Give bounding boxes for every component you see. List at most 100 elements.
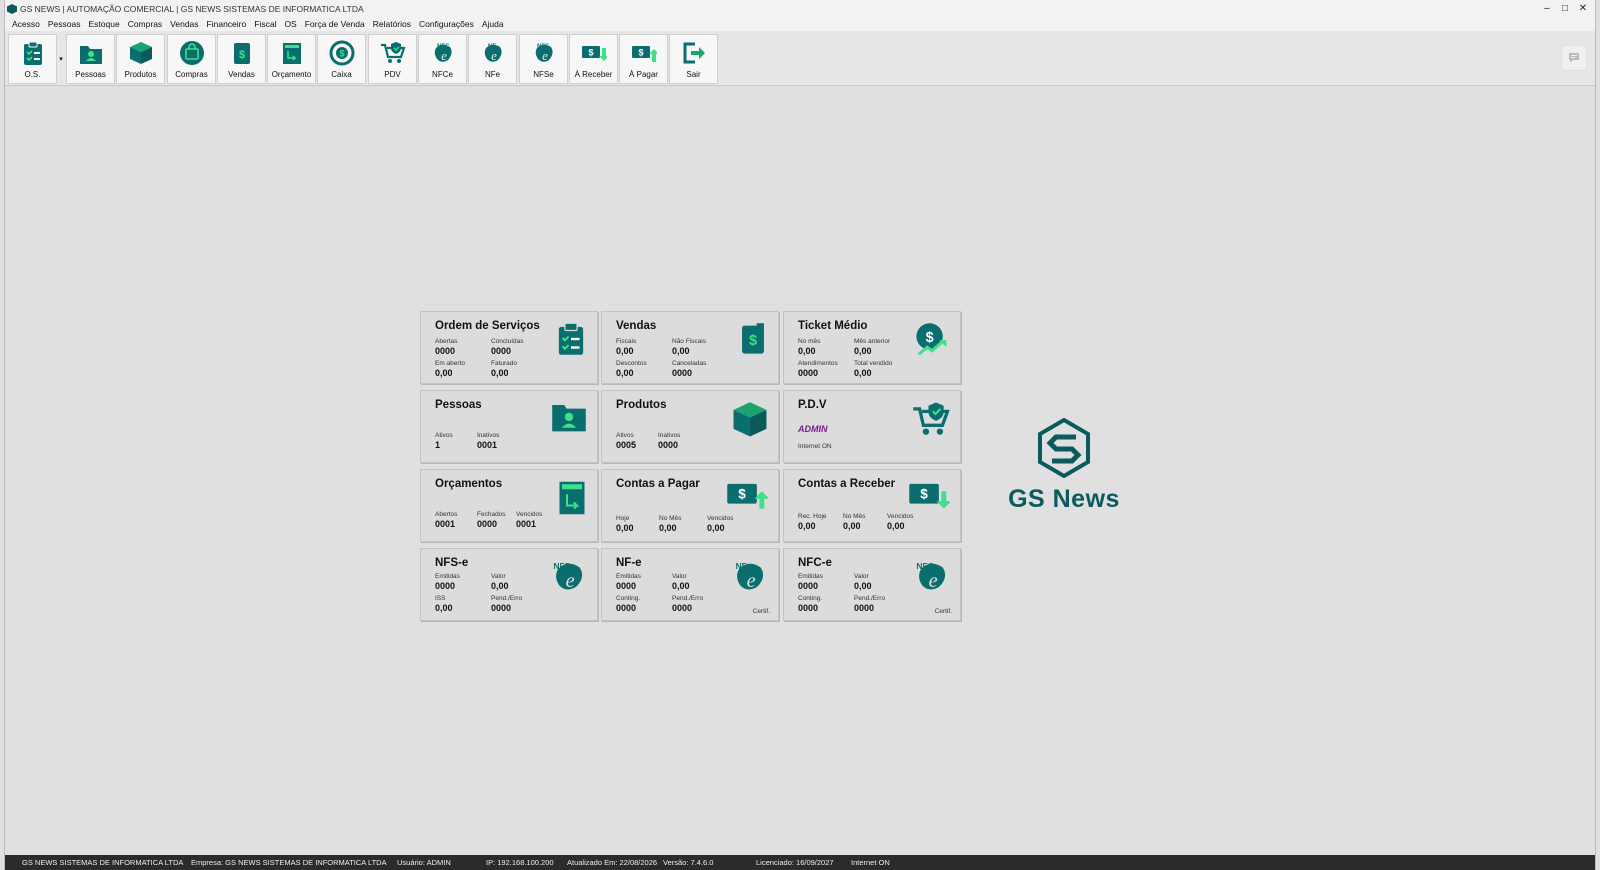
toolbar-pessoas-label: Pessoas — [75, 70, 106, 79]
menu-vendas[interactable]: Vendas — [166, 19, 202, 29]
toolbar-pdv-button[interactable]: PDV — [368, 34, 417, 84]
svg-text:$: $ — [926, 330, 934, 346]
toolbar-nfse-label: NFSe — [533, 70, 554, 79]
maximize-button[interactable]: □ — [1559, 3, 1571, 14]
menu-os[interactable]: OS — [280, 19, 300, 29]
card-nfe[interactable]: NF-e e NF Emitidas 0000 Valor 0,00 Conting.… — [601, 548, 779, 621]
certificate-status: Certif. — [752, 608, 770, 615]
svg-text:NFS: NFS — [553, 561, 570, 571]
metric-label: Total vendido — [854, 360, 893, 367]
toolbar-pagar-button[interactable]: $ À Pagar — [619, 34, 668, 84]
metric-label: Rec. Hoje — [798, 513, 827, 520]
pdv-user: ADMIN — [798, 424, 828, 434]
metric-value: 0000 — [477, 519, 498, 529]
toolbar-nfse-button[interactable]: e NFS NFSe — [519, 34, 568, 84]
toolbar-pessoas-button[interactable]: Pessoas — [66, 34, 115, 84]
metric-label: Ativos — [435, 432, 453, 439]
metric-label: Fechados — [477, 511, 506, 518]
metric-value: 0000 — [672, 603, 693, 613]
card-contas-receber[interactable]: Contas a Receber $ Rec. Hoje 0,00 No Mês 0… — [783, 469, 961, 542]
toolbar-os-button[interactable]: O.S. — [8, 34, 57, 84]
menu-estoque[interactable]: Estoque — [84, 19, 123, 29]
metric-value: 0,00 — [672, 346, 690, 356]
menu-forca-de-venda[interactable]: Força de Venda — [301, 19, 369, 29]
close-button[interactable]: ✕ — [1577, 3, 1589, 14]
person-folder-icon — [79, 46, 102, 64]
menu-financeiro[interactable]: Financeiro — [203, 19, 251, 29]
budget-icon — [559, 481, 585, 515]
card-ordem-servicos[interactable]: Ordem de Serviços Abertas 0000 Concluídas… — [420, 311, 598, 384]
toolbar-nfe-button[interactable]: e NF NFe — [468, 34, 517, 84]
card-title: Contas a Pagar — [616, 478, 700, 490]
card-title: Orçamentos — [435, 478, 503, 490]
metric-value: 0000 — [435, 346, 456, 356]
metric-value: 0000 — [658, 440, 679, 450]
card-title: P.D.V — [798, 399, 827, 411]
card-ticket-medio[interactable]: Ticket Médio $ No mês 0,00 Mês anterior 0,… — [783, 311, 961, 384]
metric-value: 0000 — [798, 581, 819, 591]
toolbar-sair-button[interactable]: Sair — [669, 34, 718, 84]
toolbar-os-dropdown[interactable]: ▾ — [57, 34, 65, 84]
exit-icon — [683, 42, 705, 64]
card-title: Ordem de Serviços — [435, 320, 540, 332]
metric-label: Abertos — [435, 511, 458, 518]
metric-value: 0,00 — [616, 523, 634, 533]
metric-label: Hoje — [616, 515, 630, 522]
toolbar-vendas-button[interactable]: $ Vendas — [217, 34, 266, 84]
menu-pessoas[interactable]: Pessoas — [44, 19, 85, 29]
metric-label: Em aberto — [435, 360, 465, 367]
card-pdv[interactable]: P.D.V ADMIN Internet ON — [783, 390, 961, 463]
svg-text:$: $ — [339, 49, 344, 59]
status-bar: GS NEWS SISTEMAS DE INFORMATICA LTDA Emp… — [5, 855, 1595, 870]
nfe-icon: eNF — [484, 44, 502, 63]
svg-text:NF: NF — [736, 561, 747, 571]
chat-button[interactable] — [1561, 45, 1587, 71]
toolbar-produtos-label: Produtos — [124, 70, 157, 79]
metric-label: Conting. — [798, 595, 823, 602]
card-vendas[interactable]: Vendas $ Fiscais 0,00 Não Fiscais 0,00 Des… — [601, 311, 779, 384]
toolbar-sair-label: Sair — [686, 70, 701, 79]
toolbar-compras-button[interactable]: Compras — [167, 34, 216, 84]
card-title: Pessoas — [435, 399, 482, 411]
card-produtos[interactable]: Produtos Ativos 0005 Inativos 0000 — [601, 390, 779, 463]
metric-value: 0,00 — [616, 368, 634, 378]
card-orcamentos[interactable]: Orçamentos Abertos 0001 Fechados 0000 Venc… — [420, 469, 598, 542]
card-pessoas[interactable]: Pessoas Ativos 1 Inativos 0001 — [420, 390, 598, 463]
menu-acesso[interactable]: Acesso — [8, 19, 44, 29]
toolbar-nfce-button[interactable]: e NFC NFCe — [418, 34, 467, 84]
card-nfce[interactable]: NFC-e e NFC Emitidas 0000 Valor 0,00 Contin… — [783, 548, 961, 621]
toolbar-produtos-button[interactable]: Produtos — [116, 34, 165, 84]
menu-relatorios[interactable]: Relatórios — [369, 19, 415, 29]
app-logo-icon — [7, 3, 17, 14]
menu-ajuda[interactable]: Ajuda — [478, 19, 508, 29]
toolbar-caixa-button[interactable]: $ Caixa — [317, 34, 366, 84]
metric-value: 0,00 — [491, 581, 509, 591]
toolbar-receber-button[interactable]: $ À Receber — [569, 34, 618, 84]
toolbar-orcamento-button[interactable]: Orçamento — [267, 34, 316, 84]
menu-compras[interactable]: Compras — [124, 19, 166, 29]
metric-label: Descontos — [616, 360, 647, 367]
shopping-bag-icon — [179, 41, 204, 65]
toolbar-caixa-label: Caixa — [331, 70, 352, 79]
menu-fiscal[interactable]: Fiscal — [250, 19, 280, 29]
minimize-button[interactable]: – — [1541, 3, 1553, 14]
metric-value: 0,00 — [707, 523, 725, 533]
svg-text:e: e — [747, 570, 756, 592]
metric-label: Valor — [491, 573, 506, 580]
menu-configuracoes[interactable]: Configurações — [415, 19, 478, 29]
status-internet: Internet ON — [851, 858, 890, 867]
status-usuario: Usuário: ADMIN — [397, 858, 451, 867]
status-company: GS NEWS SISTEMAS DE INFORMATICA LTDA — [22, 858, 184, 867]
metric-value: 0,00 — [798, 346, 816, 356]
metric-label: Vencidos — [707, 515, 734, 522]
svg-text:e: e — [929, 570, 938, 592]
window-title: GS NEWS | AUTOMAÇÃO COMERCIAL | GS NEWS … — [20, 3, 364, 14]
money-out-icon: $ — [727, 483, 768, 509]
card-nfse[interactable]: NFS-e e NFS Emitidas 0000 Valor 0,00 ISS 0,0… — [420, 548, 598, 621]
card-contas-pagar[interactable]: Contas a Pagar $ Hoje 0,00 No Mês 0,00 Ven… — [601, 469, 779, 542]
metric-label: Fiscais — [616, 338, 637, 345]
metric-value: 0,00 — [854, 581, 872, 591]
nfse-icon: eNFS — [553, 561, 583, 592]
metric-value: 0005 — [616, 440, 637, 450]
toolbar: O.S. ▾ Pessoas Produtos Compras $ Vendas… — [5, 31, 1595, 86]
